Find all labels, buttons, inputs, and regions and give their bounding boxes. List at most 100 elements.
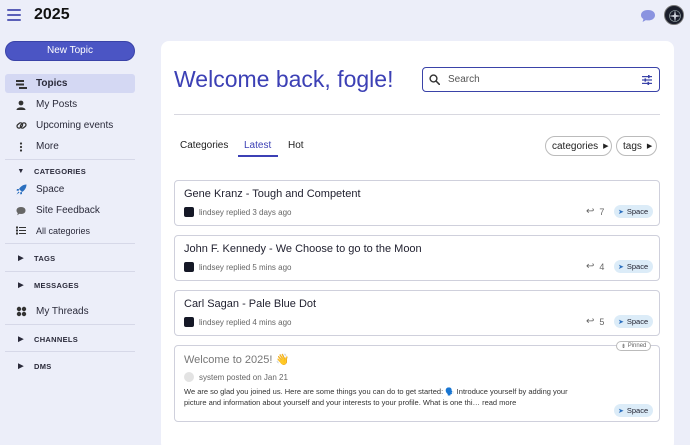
top-header: 2025 xyxy=(0,0,690,32)
section-label: CATEGORIES xyxy=(34,166,87,176)
sidebar-item-label: All categories xyxy=(36,225,91,236)
main-panel: Welcome back, fogle! Categories Latest H… xyxy=(161,41,674,445)
sidebar-item-my-threads[interactable]: My Threads xyxy=(5,302,135,321)
chevron-right-icon: ▶ xyxy=(18,255,24,262)
section-channels[interactable]: ▶ CHANNELS xyxy=(5,332,135,346)
header-divider xyxy=(174,114,660,115)
topic-title[interactable]: Welcome to 2025! 👋 xyxy=(184,353,289,366)
topic-card[interactable]: Gene Kranz - Tough and Competent lindsey… xyxy=(174,180,660,226)
topic-activity: lindsey replied 5 mins ago xyxy=(199,262,292,272)
site-title[interactable]: 2025 xyxy=(34,6,70,24)
sidebar: New Topic Topics My Posts Upcoming event… xyxy=(0,32,145,445)
topic-title[interactable]: Gene Kranz - Tough and Competent xyxy=(184,188,361,200)
caret-right-icon: ▶ xyxy=(646,143,653,150)
section-tags[interactable]: ▶ TAGS xyxy=(5,251,135,265)
topic-meta: lindsey replied 5 mins ago xyxy=(184,262,292,272)
sidebar-divider xyxy=(5,159,135,160)
search-box[interactable] xyxy=(422,67,660,92)
poster-avatar[interactable] xyxy=(184,262,194,272)
sidebar-item-my-posts[interactable]: My Posts xyxy=(5,95,135,114)
topic-meta: lindsey replied 4 mins ago xyxy=(184,317,292,327)
system-avatar[interactable] xyxy=(184,372,194,382)
sidebar-divider xyxy=(5,243,135,244)
topics-icon xyxy=(15,78,27,90)
reply-count: ↩ 5 xyxy=(586,316,604,327)
pin-icon: ⇟ xyxy=(621,343,628,350)
rocket-icon xyxy=(15,184,27,196)
paper-plane-icon: ➤ xyxy=(618,208,624,216)
sidebar-item-topics[interactable]: Topics xyxy=(5,74,135,93)
section-messages[interactable]: ▶ MESSAGES xyxy=(5,278,135,292)
list-icon xyxy=(15,225,27,237)
user-avatar[interactable] xyxy=(664,5,684,25)
category-badge[interactable]: ➤ Space xyxy=(614,205,654,218)
hamburger-icon[interactable] xyxy=(7,9,21,21)
sidebar-item-all-categories[interactable]: All categories xyxy=(5,221,135,240)
chevron-down-icon: ▼ xyxy=(17,167,25,175)
search-icon xyxy=(429,74,440,85)
topic-excerpt[interactable]: We are so glad you joined us. Here are s… xyxy=(184,386,584,408)
topic-activity: system posted on Jan 21 xyxy=(199,372,288,382)
reply-count: ↩ 4 xyxy=(586,261,604,272)
search-filter-icon[interactable] xyxy=(642,75,652,85)
poster-avatar[interactable] xyxy=(184,317,194,327)
sidebar-divider xyxy=(5,324,135,325)
topic-card[interactable]: Carl Sagan - Pale Blue Dot lindsey repli… xyxy=(174,290,660,336)
reply-icon: ↩ xyxy=(586,316,595,327)
welcome-heading: Welcome back, fogle! xyxy=(174,66,394,92)
tab-hot[interactable]: Hot xyxy=(288,140,304,151)
sidebar-item-upcoming-events[interactable]: Upcoming events xyxy=(5,116,135,135)
new-topic-button[interactable]: New Topic xyxy=(5,41,135,61)
topic-activity: lindsey replied 3 days ago xyxy=(199,207,292,217)
topic-title[interactable]: John F. Kennedy - We Choose to go to the… xyxy=(184,243,422,255)
section-dms[interactable]: ▶ DMS xyxy=(5,359,135,373)
tab-categories[interactable]: Categories xyxy=(180,140,228,151)
active-tab-indicator xyxy=(238,155,278,157)
topic-card[interactable]: John F. Kennedy - We Choose to go to the… xyxy=(174,235,660,281)
sidebar-item-label: More xyxy=(36,141,59,152)
reply-count: ↩ 7 xyxy=(586,206,604,217)
chat-bubble-icon[interactable] xyxy=(640,8,656,24)
category-badge[interactable]: ➤ Space xyxy=(614,404,654,417)
sidebar-item-label: Site Feedback xyxy=(36,205,100,216)
section-label: MESSAGES xyxy=(34,280,79,290)
categories-filter-dropdown[interactable]: categories ▶ xyxy=(545,136,612,156)
category-label: Space xyxy=(626,317,649,326)
search-input[interactable] xyxy=(448,74,628,85)
sidebar-item-space[interactable]: Space xyxy=(5,180,135,199)
dropdown-label: tags xyxy=(623,140,642,152)
sidebar-item-more[interactable]: More xyxy=(5,137,135,156)
paper-plane-icon: ➤ xyxy=(618,263,624,271)
tags-filter-dropdown[interactable]: tags ▶ xyxy=(616,136,657,156)
section-categories[interactable]: ▼ CATEGORIES xyxy=(5,164,135,178)
topic-title[interactable]: Carl Sagan - Pale Blue Dot xyxy=(184,298,316,310)
speech-bubble-icon xyxy=(15,205,27,217)
reply-count-value: 5 xyxy=(599,316,605,327)
topic-meta: lindsey replied 3 days ago xyxy=(184,207,292,217)
poster-avatar[interactable] xyxy=(184,207,194,217)
section-label: DMS xyxy=(34,361,52,371)
category-label: Space xyxy=(626,207,649,216)
tab-latest[interactable]: Latest xyxy=(244,140,271,151)
chevron-right-icon: ▶ xyxy=(18,282,24,289)
caret-right-icon: ▶ xyxy=(603,143,609,150)
sidebar-item-label: My Threads xyxy=(36,306,89,317)
reply-count-value: 7 xyxy=(599,206,605,217)
sidebar-item-site-feedback[interactable]: Site Feedback xyxy=(5,201,135,220)
section-label: CHANNELS xyxy=(34,334,79,344)
sidebar-item-label: My Posts xyxy=(36,99,78,110)
category-label: Space xyxy=(626,262,649,271)
reply-count-value: 4 xyxy=(599,261,605,272)
link-icon xyxy=(15,120,27,132)
category-badge[interactable]: ➤ Space xyxy=(614,315,654,328)
pinned-topic-card[interactable]: ⇟ Pinned Welcome to 2025! 👋 system poste… xyxy=(174,341,660,422)
sidebar-divider xyxy=(5,271,135,272)
section-label: TAGS xyxy=(34,253,56,263)
paper-plane-icon: ➤ xyxy=(618,407,624,415)
sidebar-item-label: Upcoming events xyxy=(36,120,114,131)
chevron-right-icon: ▶ xyxy=(18,336,24,343)
threads-icon xyxy=(15,306,27,318)
category-badge[interactable]: ➤ Space xyxy=(614,260,654,273)
sidebar-item-label: Topics xyxy=(36,78,68,89)
topic-activity: lindsey replied 4 mins ago xyxy=(199,317,292,327)
